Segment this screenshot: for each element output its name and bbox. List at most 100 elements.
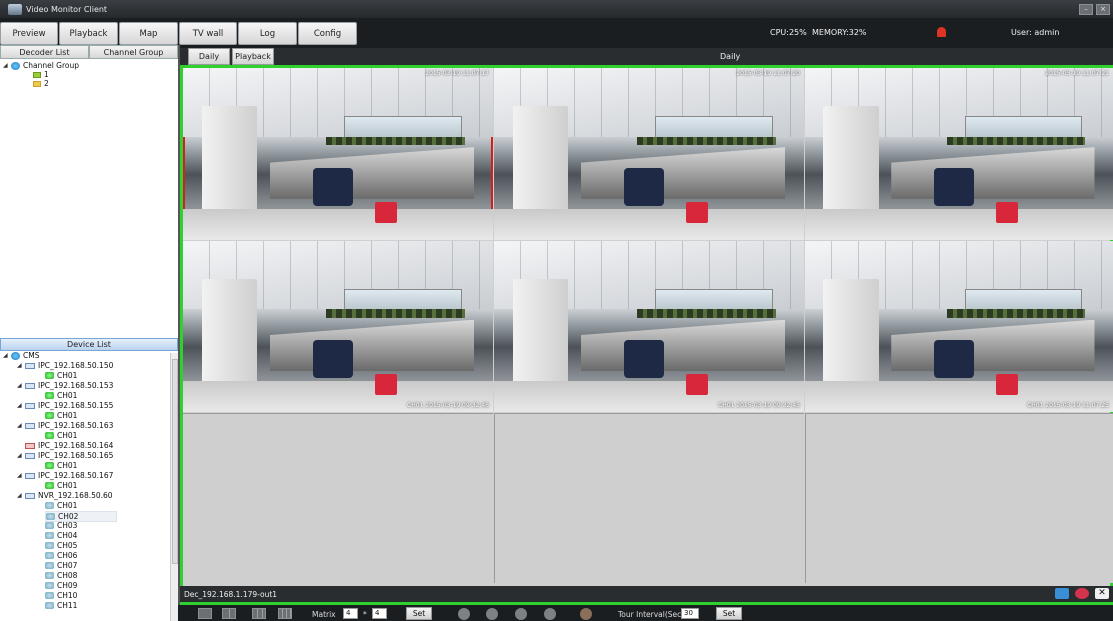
- tab-daily[interactable]: Daily: [188, 48, 230, 65]
- video-cell-9-empty[interactable]: [805, 413, 1113, 583]
- monitor-icon[interactable]: [1055, 588, 1069, 599]
- tab-decoder-list[interactable]: Decoder List: [0, 45, 89, 59]
- channel-node[interactable]: CH01: [45, 461, 77, 470]
- matrix-set-button[interactable]: Set: [406, 607, 432, 620]
- channel-node[interactable]: CH10: [45, 591, 77, 600]
- video-cell-2[interactable]: 2015-03-19 11:07:20: [494, 68, 804, 240]
- osd-timestamp: 2015-03-19 11:07:17: [425, 70, 489, 77]
- video-cell-1[interactable]: 2015-03-19 11:07:17: [183, 68, 493, 240]
- device-node[interactable]: ◢ IPC_192.168.50.163: [17, 421, 113, 430]
- layout-4x4-icon[interactable]: [278, 608, 292, 619]
- channel-label: CH11: [57, 601, 78, 610]
- camera-device-icon: [25, 472, 35, 479]
- device-node[interactable]: ◢ IPC_192.168.50.167: [17, 471, 113, 480]
- video-cell-4[interactable]: CH01 2015-03-19 09:32:46: [183, 241, 493, 412]
- clear-icon[interactable]: [580, 608, 592, 620]
- channel-icon: [45, 432, 54, 439]
- device-node[interactable]: ◢ IPC_192.168.50.155: [17, 401, 113, 410]
- alarm-icon[interactable]: [937, 27, 946, 37]
- tree-node-channel-group[interactable]: ◢ Channel Group: [3, 61, 79, 70]
- layout-2x2-icon[interactable]: [222, 608, 236, 619]
- view-title: Daily: [720, 52, 741, 61]
- channel-node[interactable]: CH01: [45, 371, 77, 380]
- close-output-icon[interactable]: ✕: [1095, 588, 1109, 599]
- decoder-output-label: Dec_192.168.1.179-out1: [184, 590, 278, 599]
- tour-interval-spinner[interactable]: 30: [681, 608, 699, 619]
- video-cell-6[interactable]: CH01 2015-03-19 11:07:25: [805, 241, 1113, 412]
- menu-tv-wall[interactable]: TV wall: [179, 22, 237, 45]
- channel-icon: [46, 513, 55, 520]
- window-title: Video Monitor Client: [26, 4, 108, 14]
- tour-set-button[interactable]: Set: [716, 607, 742, 620]
- channel-node[interactable]: CH11: [45, 601, 77, 610]
- device-node[interactable]: ◢ IPC_192.168.50.165: [17, 451, 113, 460]
- expand-arrow-icon[interactable]: ◢: [3, 61, 11, 70]
- tree-node-label: Channel Group: [23, 61, 80, 70]
- minimize-button[interactable]: –: [1079, 3, 1093, 15]
- main-menu: Preview Playback Map TV wall Log Config: [0, 22, 1113, 45]
- decoder-output-bar: Dec_192.168.1.179-out1 ✕: [180, 586, 1113, 602]
- video-cell-5[interactable]: CH01 2015-03-19 09:32:45: [494, 241, 804, 412]
- device-node[interactable]: ◢ IPC_192.168.50.150: [17, 361, 113, 370]
- device-node-offline[interactable]: IPC_192.168.50.164: [25, 441, 113, 450]
- previous-icon[interactable]: [486, 608, 498, 620]
- channel-node[interactable]: CH09: [45, 581, 77, 590]
- offline-device-icon: [25, 442, 35, 449]
- device-node[interactable]: ◢ IPC_192.168.50.153: [17, 381, 113, 390]
- tour-interval-label: Tour Interval(Sec): [618, 610, 685, 619]
- channel-node[interactable]: CH01: [45, 411, 77, 420]
- channel-node[interactable]: CH01: [45, 501, 77, 510]
- osd-timestamp: 2015-03-19 11:07:20: [736, 70, 800, 77]
- tab-channel-group[interactable]: Channel Group: [89, 45, 178, 59]
- channel-icon: [45, 372, 54, 379]
- camera-device-icon: [25, 452, 35, 459]
- channel-node[interactable]: CH07: [45, 561, 77, 570]
- video-cell-3[interactable]: 2015-03-19 11:07:21: [805, 68, 1113, 240]
- device-node-nvr[interactable]: ◢ NVR_192.168.50.60: [17, 491, 113, 500]
- device-list-header[interactable]: Device List: [0, 338, 178, 351]
- menu-playback[interactable]: Playback: [59, 22, 118, 45]
- video-cell-7-empty[interactable]: [183, 413, 493, 583]
- matrix-times-label: *: [363, 610, 367, 619]
- current-user: User: admin: [1011, 28, 1060, 37]
- matrix-rows-spinner[interactable]: 4: [343, 608, 358, 619]
- layout-3x3-icon[interactable]: [252, 608, 266, 619]
- camera-device-icon: [25, 422, 35, 429]
- video-grid: 2015-03-19 11:07:17 2015-03-19 11:07:20 …: [180, 65, 1113, 605]
- device-tree-scrollbar[interactable]: [170, 353, 178, 621]
- matrix-cols-spinner[interactable]: 4: [372, 608, 387, 619]
- tree-node-group-1[interactable]: 1: [33, 70, 49, 79]
- channel-label: CH02: [58, 512, 79, 521]
- channel-node[interactable]: CH06: [45, 551, 77, 560]
- close-button[interactable]: ×: [1096, 3, 1110, 15]
- channel-label: CH09: [57, 581, 78, 590]
- channel-node[interactable]: CH03: [45, 521, 77, 530]
- video-cell-8-empty[interactable]: [494, 413, 804, 583]
- menu-config[interactable]: Config: [298, 22, 357, 45]
- channel-node[interactable]: CH08: [45, 571, 77, 580]
- channel-icon: [45, 532, 54, 539]
- channel-node[interactable]: CH01: [45, 431, 77, 440]
- channel-icon: [45, 522, 54, 529]
- tree-node-group-2[interactable]: 2: [33, 79, 49, 88]
- tree-node-label: CMS: [23, 351, 40, 360]
- channel-label: CH01: [57, 431, 78, 440]
- record-icon[interactable]: [1075, 588, 1089, 599]
- osd-cam-timestamp: CH01 2015-03-19 09:32:45: [718, 402, 800, 409]
- tree-node-cms[interactable]: ◢ CMS: [3, 351, 39, 360]
- next-icon[interactable]: [515, 608, 527, 620]
- layout-1x1-icon[interactable]: [198, 608, 212, 619]
- menu-log[interactable]: Log: [238, 22, 297, 45]
- sequence-icon[interactable]: [458, 608, 470, 620]
- left-panel: Decoder List Channel Group ◢ Channel Gro…: [0, 45, 178, 621]
- channel-node[interactable]: CH05: [45, 541, 77, 550]
- device-tree: ◢ CMS ◢ IPC_192.168.50.150 CH01 ◢ IPC_192.1…: [0, 351, 170, 621]
- title-bar: Video Monitor Client – ×: [0, 0, 1113, 18]
- menu-map[interactable]: Map: [119, 22, 178, 45]
- stop-icon[interactable]: [544, 608, 556, 620]
- channel-node[interactable]: CH01: [45, 391, 77, 400]
- channel-node[interactable]: CH01: [45, 481, 77, 490]
- tab-playback[interactable]: Playback: [232, 48, 274, 65]
- channel-node[interactable]: CH04: [45, 531, 77, 540]
- menu-preview[interactable]: Preview: [0, 22, 58, 45]
